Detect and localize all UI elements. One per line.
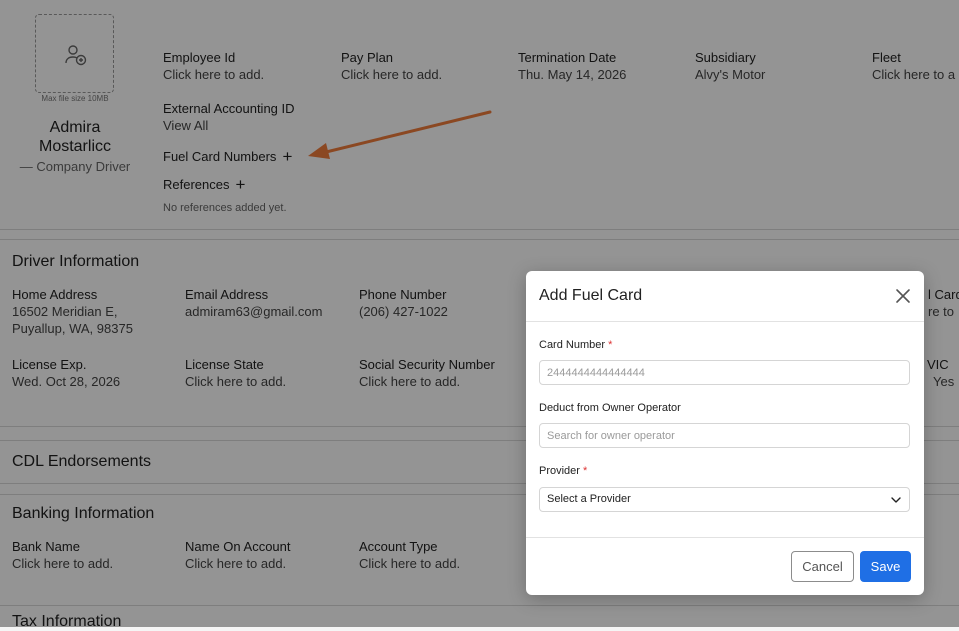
close-button[interactable] bbox=[892, 285, 914, 307]
card-number-input[interactable] bbox=[539, 360, 910, 385]
provider-select[interactable]: Select a Provider bbox=[539, 487, 910, 512]
modal-footer-divider bbox=[526, 537, 924, 538]
provider-selected-value: Select a Provider bbox=[547, 493, 631, 505]
save-button[interactable]: Save bbox=[860, 551, 911, 582]
provider-label: Provider * bbox=[539, 465, 587, 477]
owner-operator-search-input[interactable] bbox=[539, 423, 910, 448]
add-fuel-card-modal: Add Fuel Card Card Number * Deduct from … bbox=[526, 271, 924, 595]
deduct-from-owner-operator-label: Deduct from Owner Operator bbox=[539, 402, 681, 414]
close-icon bbox=[896, 289, 910, 303]
card-number-label: Card Number * bbox=[539, 339, 612, 351]
chevron-down-icon bbox=[891, 497, 901, 503]
required-marker: * bbox=[608, 339, 613, 351]
card-number-label-text: Card Number bbox=[539, 339, 606, 351]
cancel-button[interactable]: Cancel bbox=[791, 551, 854, 582]
modal-header: Add Fuel Card bbox=[526, 271, 924, 322]
modal-title: Add Fuel Card bbox=[539, 287, 643, 304]
provider-label-text: Provider bbox=[539, 465, 580, 477]
required-marker: * bbox=[583, 465, 588, 477]
